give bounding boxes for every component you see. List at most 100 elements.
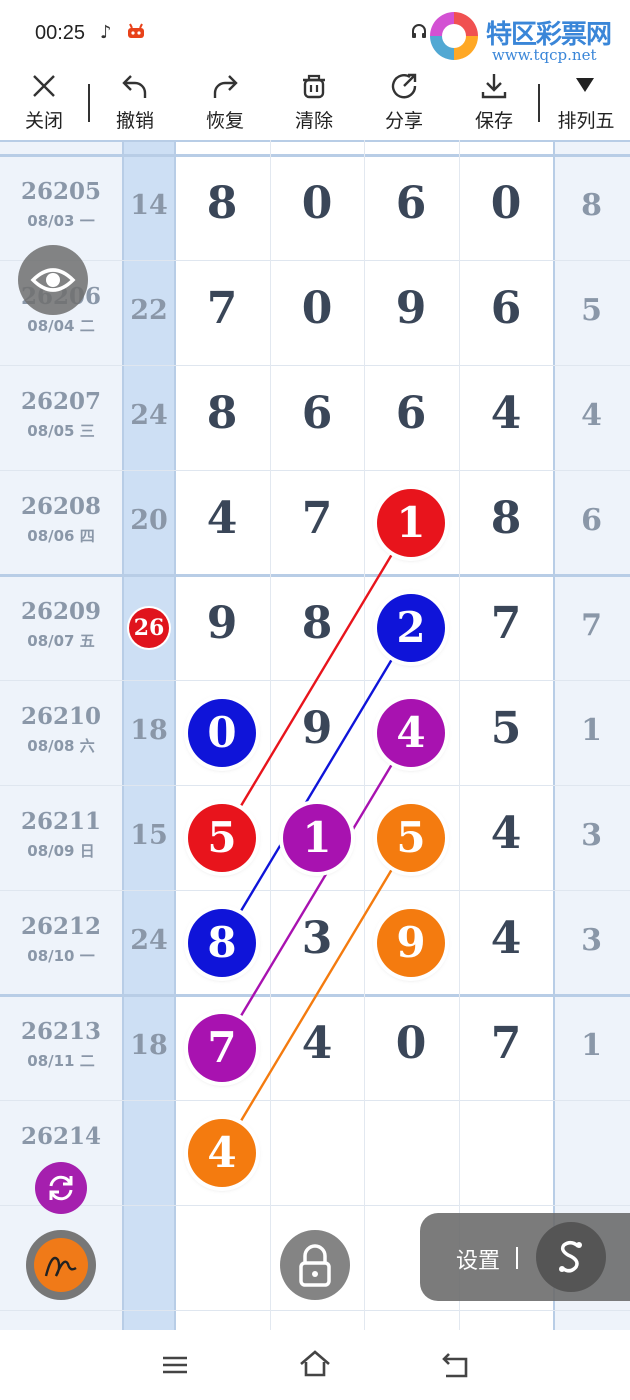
highlighted-digit-ball[interactable]: 7 — [188, 1013, 256, 1082]
draw-date: 08/05 三 — [27, 421, 95, 440]
settings-label[interactable]: 设置 — [456, 1243, 500, 1275]
sum-value: 18 — [130, 1029, 168, 1061]
digit-cell[interactable]: 9 — [270, 703, 364, 754]
lottery-select-button[interactable]: 排列五 — [545, 66, 627, 140]
highlighted-digit-ball[interactable]: 5 — [188, 803, 256, 872]
settings-panel[interactable]: 设置 — [420, 1213, 630, 1301]
refresh-button[interactable] — [35, 1162, 87, 1214]
digit-cell[interactable]: 3 — [270, 913, 364, 964]
digit-cell[interactable]: 8 — [270, 598, 364, 649]
span-value: 8 — [581, 187, 602, 223]
sum-value: 24 — [130, 924, 168, 956]
trash-icon — [303, 74, 325, 99]
undo-button[interactable]: 撤销 — [95, 66, 175, 140]
digit-cell[interactable]: 7 — [270, 493, 364, 544]
span-value: 3 — [581, 817, 602, 853]
save-label: 保存 — [474, 110, 513, 132]
tiktok-icon: ♪ — [100, 22, 112, 43]
highlighted-digit-ball[interactable]: 9 — [377, 908, 445, 977]
period-number: 26207 — [20, 387, 102, 415]
save-button[interactable]: 保存 — [454, 66, 534, 140]
draw-date: 08/11 二 — [27, 1051, 95, 1070]
sum-value: 18 — [130, 714, 168, 746]
digit-cell[interactable]: 0 — [270, 178, 364, 229]
sum-value: 14 — [130, 189, 168, 221]
back-icon[interactable] — [440, 1350, 470, 1380]
digit-cell[interactable]: 6 — [459, 283, 553, 334]
digit-cell[interactable]: 4 — [270, 1018, 364, 1069]
period-number: 26209 — [20, 597, 102, 625]
highlighted-digit-ball[interactable]: 4 — [377, 698, 445, 767]
digit-cell[interactable]: 6 — [270, 388, 364, 439]
span-value: 6 — [581, 502, 602, 538]
digit-cell[interactable]: 6 — [364, 178, 458, 229]
period-number: 26210 — [20, 702, 102, 730]
redo-button[interactable]: 恢复 — [185, 66, 265, 140]
s-logo-icon — [559, 1241, 582, 1273]
highlighted-digit-ball[interactable]: 4 — [188, 1118, 256, 1187]
sum-value: 24 — [130, 399, 168, 431]
settings-divider — [516, 1247, 518, 1269]
digit-cell[interactable]: 7 — [175, 283, 269, 334]
trend-chart-grid[interactable]: 2620508/03 一14806082620608/04 二227096526… — [0, 140, 630, 1330]
status-bar: 00:25 ♪ 特区彩票网 www.tqcp.net — [0, 0, 630, 66]
home-icon[interactable] — [298, 1348, 332, 1380]
highlighted-digit-ball[interactable]: 0 — [188, 698, 256, 767]
clear-button[interactable]: 清除 — [274, 66, 354, 140]
digit-cell[interactable]: 0 — [364, 1018, 458, 1069]
highlighted-digit-ball[interactable]: 2 — [377, 593, 445, 662]
trend-line — [220, 731, 413, 1049]
draw-date: 08/06 四 — [27, 526, 95, 545]
sum-value-highlighted: 26 — [129, 607, 169, 648]
eye-icon — [30, 268, 76, 292]
digit-cell[interactable]: 4 — [175, 493, 269, 544]
digit-cell[interactable]: 0 — [270, 283, 364, 334]
span-value: 3 — [581, 922, 602, 958]
navigation-bar — [0, 1330, 630, 1400]
digit-cell[interactable]: 7 — [459, 598, 553, 649]
span-value: 1 — [581, 712, 602, 748]
toolbar: 关闭 撤销 恢复 清除 分享 保存 排列五 — [0, 66, 630, 141]
download-icon — [481, 74, 507, 99]
highlighted-digit-ball[interactable]: 8 — [188, 908, 256, 977]
status-time: 00:25 — [35, 22, 86, 44]
digit-cell[interactable]: 6 — [364, 388, 458, 439]
highlighted-digit-ball[interactable]: 1 — [283, 803, 351, 872]
share-label: 分享 — [384, 110, 423, 132]
draw-date: 08/08 六 — [27, 736, 95, 755]
close-button[interactable]: 关闭 — [4, 66, 84, 140]
digit-cell[interactable]: 0 — [459, 178, 553, 229]
sum-value: 22 — [130, 294, 168, 326]
highlighted-digit-ball[interactable]: 5 — [377, 803, 445, 872]
notification-icon — [126, 22, 146, 45]
share-icon — [391, 73, 417, 99]
draw-mode-button[interactable] — [26, 1230, 96, 1300]
headset-icon — [410, 22, 428, 45]
digit-cell[interactable]: 8 — [459, 493, 553, 544]
period-number: 26205 — [20, 177, 102, 205]
undo-label: 撤销 — [115, 110, 154, 132]
lock-button[interactable] — [280, 1230, 350, 1300]
highlighted-digit-ball[interactable]: 1 — [377, 488, 445, 557]
share-button[interactable]: 分享 — [364, 66, 444, 140]
visibility-toggle-button[interactable] — [18, 245, 88, 315]
watermark-logo-icon — [430, 12, 478, 60]
digit-cell[interactable]: 7 — [459, 1018, 553, 1069]
digit-cell[interactable]: 8 — [175, 388, 269, 439]
clear-label: 清除 — [294, 110, 333, 132]
digit-cell[interactable]: 9 — [364, 283, 458, 334]
digit-cell[interactable]: 8 — [175, 178, 269, 229]
period-number: 26211 — [20, 807, 102, 835]
digit-cell[interactable]: 5 — [459, 703, 553, 754]
menu-icon[interactable] — [160, 1350, 190, 1380]
digit-cell[interactable]: 4 — [459, 913, 553, 964]
sum-value: 15 — [130, 819, 168, 851]
span-value: 7 — [581, 607, 602, 643]
triangle-down-icon — [576, 78, 594, 92]
digit-cell[interactable]: 4 — [459, 388, 553, 439]
digit-cell[interactable]: 9 — [175, 598, 269, 649]
digit-cell[interactable]: 4 — [459, 808, 553, 859]
assistant-button[interactable] — [536, 1222, 606, 1292]
span-value: 5 — [581, 292, 602, 328]
redo-icon — [213, 75, 238, 98]
